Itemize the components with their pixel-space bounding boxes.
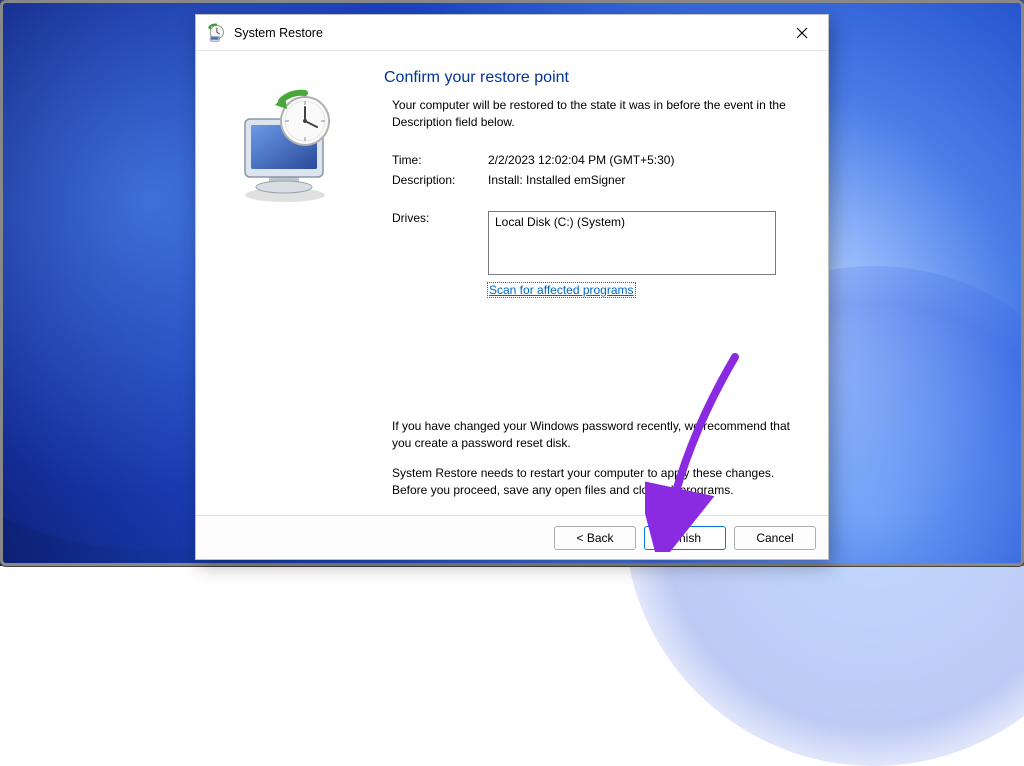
system-restore-window: System Restore: [195, 14, 829, 560]
drive-item[interactable]: Local Disk (C:) (System): [495, 215, 769, 229]
password-note: If you have changed your Windows passwor…: [392, 418, 798, 452]
drives-label: Drives:: [392, 211, 488, 225]
time-row: Time: 2/2/2023 12:02:04 PM (GMT+5:30): [392, 153, 798, 167]
cancel-button[interactable]: Cancel: [734, 526, 816, 550]
drives-listbox[interactable]: Local Disk (C:) (System): [488, 211, 776, 275]
button-bar: < Back Finish Cancel: [196, 515, 828, 559]
finish-button[interactable]: Finish: [644, 526, 726, 550]
description-value: Install: Installed emSigner: [488, 173, 798, 187]
titlebar: System Restore: [196, 15, 828, 51]
time-value: 2/2/2023 12:02:04 PM (GMT+5:30): [488, 153, 798, 167]
time-label: Time:: [392, 153, 488, 167]
system-restore-illustration-icon: [227, 87, 337, 207]
restart-note: System Restore needs to restart your com…: [392, 465, 798, 499]
illustration-pane: [196, 51, 368, 515]
dialog-body: Confirm your restore point Your computer…: [196, 51, 828, 515]
close-icon: [796, 27, 808, 39]
description-row: Description: Install: Installed emSigner: [392, 173, 798, 187]
back-button[interactable]: < Back: [554, 526, 636, 550]
scan-affected-programs-link[interactable]: Scan for affected programs: [488, 283, 635, 297]
system-restore-icon: [206, 23, 226, 43]
window-title: System Restore: [234, 26, 780, 40]
drives-row: Drives: Local Disk (C:) (System) Scan fo…: [392, 211, 798, 297]
main-content: Confirm your restore point Your computer…: [368, 51, 828, 515]
close-button[interactable]: [780, 18, 824, 48]
intro-text: Your computer will be restored to the st…: [392, 97, 798, 131]
description-label: Description:: [392, 173, 488, 187]
page-heading: Confirm your restore point: [384, 69, 798, 87]
